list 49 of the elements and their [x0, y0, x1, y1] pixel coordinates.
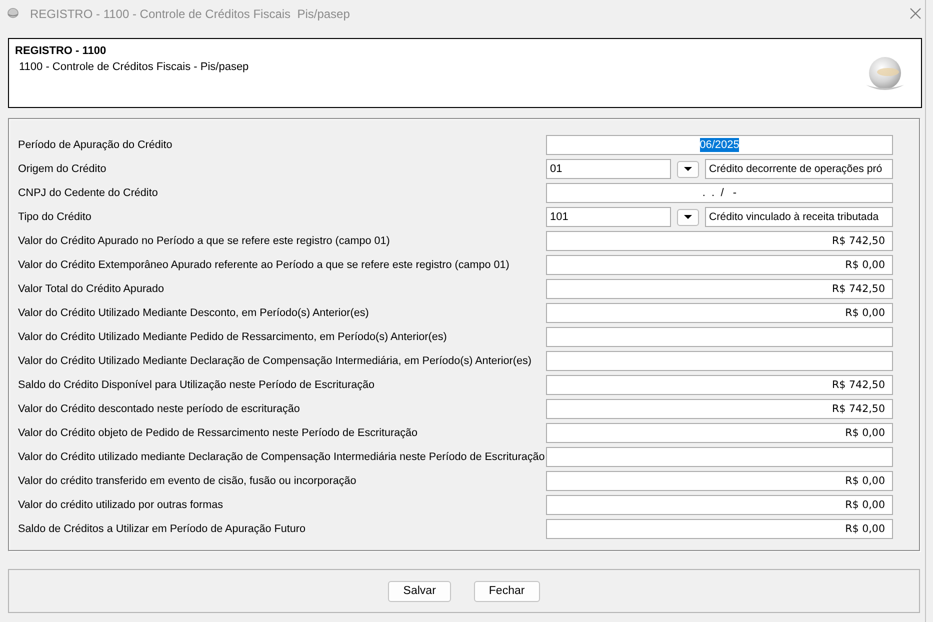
caret-icon: [684, 167, 692, 171]
code-field[interactable]: 101: [546, 207, 671, 227]
amount-field[interactable]: R$ 742,50: [546, 399, 893, 419]
caret-icon: [684, 215, 692, 219]
amount-field[interactable]: R$ 0,00: [546, 255, 893, 275]
field-label: Valor do Crédito utilizado mediante Declaração de Compensação Intermediária neste Período de Escrituração: [18, 450, 546, 465]
period-field[interactable]: 06/2025: [546, 135, 893, 155]
description-field[interactable]: Crédito decorrente de operações pró: [705, 159, 893, 179]
amount-field[interactable]: [546, 327, 893, 347]
amount-field[interactable]: R$ 0,00: [546, 303, 893, 323]
amount-field[interactable]: R$ 742,50: [546, 231, 893, 251]
amount-field[interactable]: R$ 742,50: [546, 279, 893, 299]
field-value: . . / -: [702, 186, 737, 200]
field-label: Valor do Crédito Utilizado Mediante Desconto, em Período(s) Anterior(es): [18, 306, 370, 321]
window-title: REGISTRO - 1100 - Controle de Créditos Fiscais Pis/pasep: [30, 6, 350, 20]
field-label: Valor do Crédito Utilizado Mediante Declaração de Compensação Intermediária, em Período(s) Anterior(es): [18, 354, 532, 369]
amount-field[interactable]: [546, 447, 893, 467]
field-label: Valor do Crédito descontado neste período de escrituração: [18, 402, 301, 417]
field-label: Valor Total do Crédito Apurado: [18, 282, 166, 297]
sphere-icon: [7, 8, 19, 19]
amount-field[interactable]: R$ 0,00: [546, 471, 893, 491]
amount-field[interactable]: R$ 0,00: [546, 423, 893, 443]
field-label: Valor do Crédito objeto de Pedido de Ressarcimento neste Período de Escrituração: [18, 426, 419, 441]
field-label: Saldo do Crédito Disponível para Utilização neste Período de Escrituração: [18, 378, 376, 393]
amount-field[interactable]: R$ 0,00: [546, 519, 893, 539]
field-value: 06/2025: [700, 138, 740, 152]
amount-field[interactable]: [546, 351, 893, 371]
field-label: Valor do Crédito Extemporâneo Apurado referente ao Período a que se refere este registro (campo 01): [18, 258, 510, 273]
dropdown-button[interactable]: [677, 208, 699, 226]
amount-field[interactable]: R$ 0,00: [546, 495, 893, 515]
field-label: Valor do Crédito Apurado no Período a que se refere este registro (campo 01): [18, 234, 391, 249]
field-label: Período de Apuração do Crédito: [18, 138, 174, 153]
field-label: Valor do crédito transferido em evento de cisão, fusão ou incorporação: [18, 474, 358, 489]
field-label: Saldo de Créditos a Utilizar em Período de Apuração Futuro: [18, 522, 306, 537]
field-label: Tipo do Crédito: [18, 210, 92, 225]
field-label: Origem do Crédito: [18, 162, 108, 177]
field-label: Valor do Crédito Utilizado Mediante Pedido de Ressarcimento, em Período(s) Anterior(es): [18, 330, 448, 345]
description-field[interactable]: Crédito vinculado à receita tributada: [705, 207, 893, 227]
dropdown-button[interactable]: [677, 160, 699, 178]
close-icon[interactable]: [910, 8, 921, 19]
save-button[interactable]: Salvar: [388, 580, 451, 602]
code-field[interactable]: 01: [546, 159, 671, 179]
cnpj-field[interactable]: . . / -: [546, 183, 893, 203]
close-dialog-button[interactable]: Fechar: [474, 580, 540, 602]
amount-field[interactable]: R$ 742,50: [546, 375, 893, 395]
field-label: CNPJ do Cedente do Crédito: [18, 186, 159, 201]
field-label: Valor do crédito utilizado por outras formas: [18, 498, 224, 513]
record-title: REGISTRO - 1100: [15, 45, 108, 58]
record-subtitle: 1100 - Controle de Créditos Fiscais - Pis/pasep: [18, 61, 249, 74]
